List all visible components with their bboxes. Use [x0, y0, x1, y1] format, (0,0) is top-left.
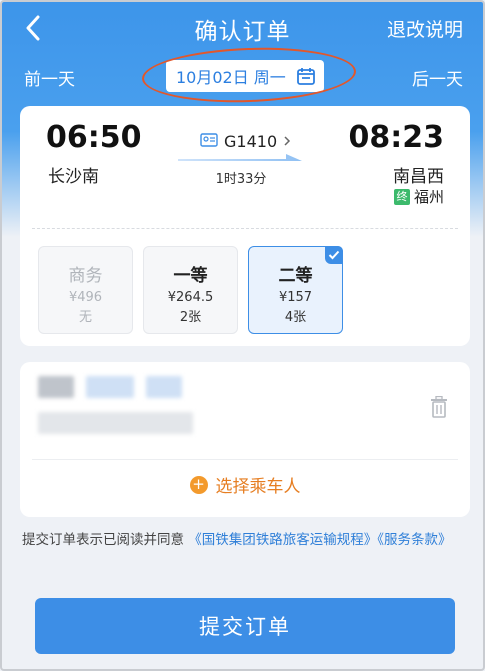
train-info-card: 06:50 长沙南 G1410 1时33分 08:23 南昌西 终 福州 商务 …: [20, 106, 470, 346]
top-bar: 确认订单 退改说明: [2, 2, 483, 54]
delete-passenger-icon[interactable]: [430, 395, 448, 422]
app-frame: 确认订单 退改说明 前一天 10月02日 周一 后一天 06:50 长沙南 G1…: [0, 0, 485, 671]
passenger-type-redacted: [86, 376, 134, 398]
seat-option-second-class[interactable]: 二等 ¥157 4张: [248, 246, 343, 334]
seat-option-business[interactable]: 商务 ¥496 无: [38, 246, 133, 334]
passenger-id-redacted: [38, 412, 193, 434]
divider: [32, 459, 458, 460]
terms-of-service-link[interactable]: 《服务条款》: [377, 532, 451, 548]
passenger-card: + 选择乘车人: [20, 362, 470, 517]
seat-count: 2张: [179, 310, 202, 325]
date-selector[interactable]: 10月02日 周一: [166, 60, 324, 92]
train-number-link[interactable]: G1410: [200, 132, 300, 151]
trip-duration: 1时33分: [215, 172, 267, 187]
check-icon: [325, 246, 343, 264]
seat-name: 商务: [68, 266, 103, 286]
next-day-button[interactable]: 后一天: [412, 65, 463, 90]
chevron-right-icon: [283, 132, 291, 151]
seat-class-list: 商务 ¥496 无 一等 ¥264.5 2张 二等 ¥157 4张: [38, 246, 343, 334]
date-bar: 前一天 10月02日 周一 后一天: [2, 54, 483, 98]
dashed-divider: [32, 228, 458, 229]
calendar-icon: [296, 66, 316, 90]
route-arrow-icon: [178, 150, 304, 162]
select-passenger-button[interactable]: + 选择乘车人: [20, 472, 470, 497]
terminus-station: 福州: [413, 188, 444, 206]
seat-name: 二等: [278, 266, 313, 286]
arrival-time: 08:23: [348, 120, 445, 155]
agreement-prefix: 提交订单表示已阅读并同意: [22, 532, 184, 548]
seat-count: 无: [78, 310, 92, 325]
seat-price: ¥157: [278, 290, 313, 305]
passenger-tag-redacted: [146, 376, 182, 398]
passenger-name-redacted: [38, 376, 74, 398]
plus-icon: +: [189, 475, 208, 494]
terminus-badge: 终: [393, 188, 410, 205]
seat-price: ¥264.5: [167, 290, 214, 305]
submit-order-button[interactable]: 提交订单: [35, 598, 455, 654]
transport-rules-link[interactable]: 《国铁集团铁路旅客运输规程》: [188, 532, 377, 548]
prev-day-button[interactable]: 前一天: [24, 65, 75, 90]
refund-policy-link[interactable]: 退改说明: [387, 15, 463, 42]
selected-date: 10月02日 周一: [176, 68, 286, 87]
departure-station: 长沙南: [48, 167, 99, 187]
id-card-icon: [200, 132, 218, 151]
seat-name: 一等: [173, 266, 208, 286]
seat-price: ¥496: [68, 290, 103, 305]
select-passenger-label: 选择乘车人: [215, 477, 301, 497]
seat-count: 4张: [284, 310, 307, 325]
departure-time: 06:50: [46, 120, 142, 155]
terminus-info: 终 福州: [393, 186, 444, 207]
agreement-text: 提交订单表示已阅读并同意 《国铁集团铁路旅客运输规程》《服务条款》: [22, 528, 472, 553]
arrival-station: 南昌西: [393, 167, 444, 187]
seat-option-first-class[interactable]: 一等 ¥264.5 2张: [143, 246, 238, 334]
train-number: G1410: [224, 132, 278, 151]
